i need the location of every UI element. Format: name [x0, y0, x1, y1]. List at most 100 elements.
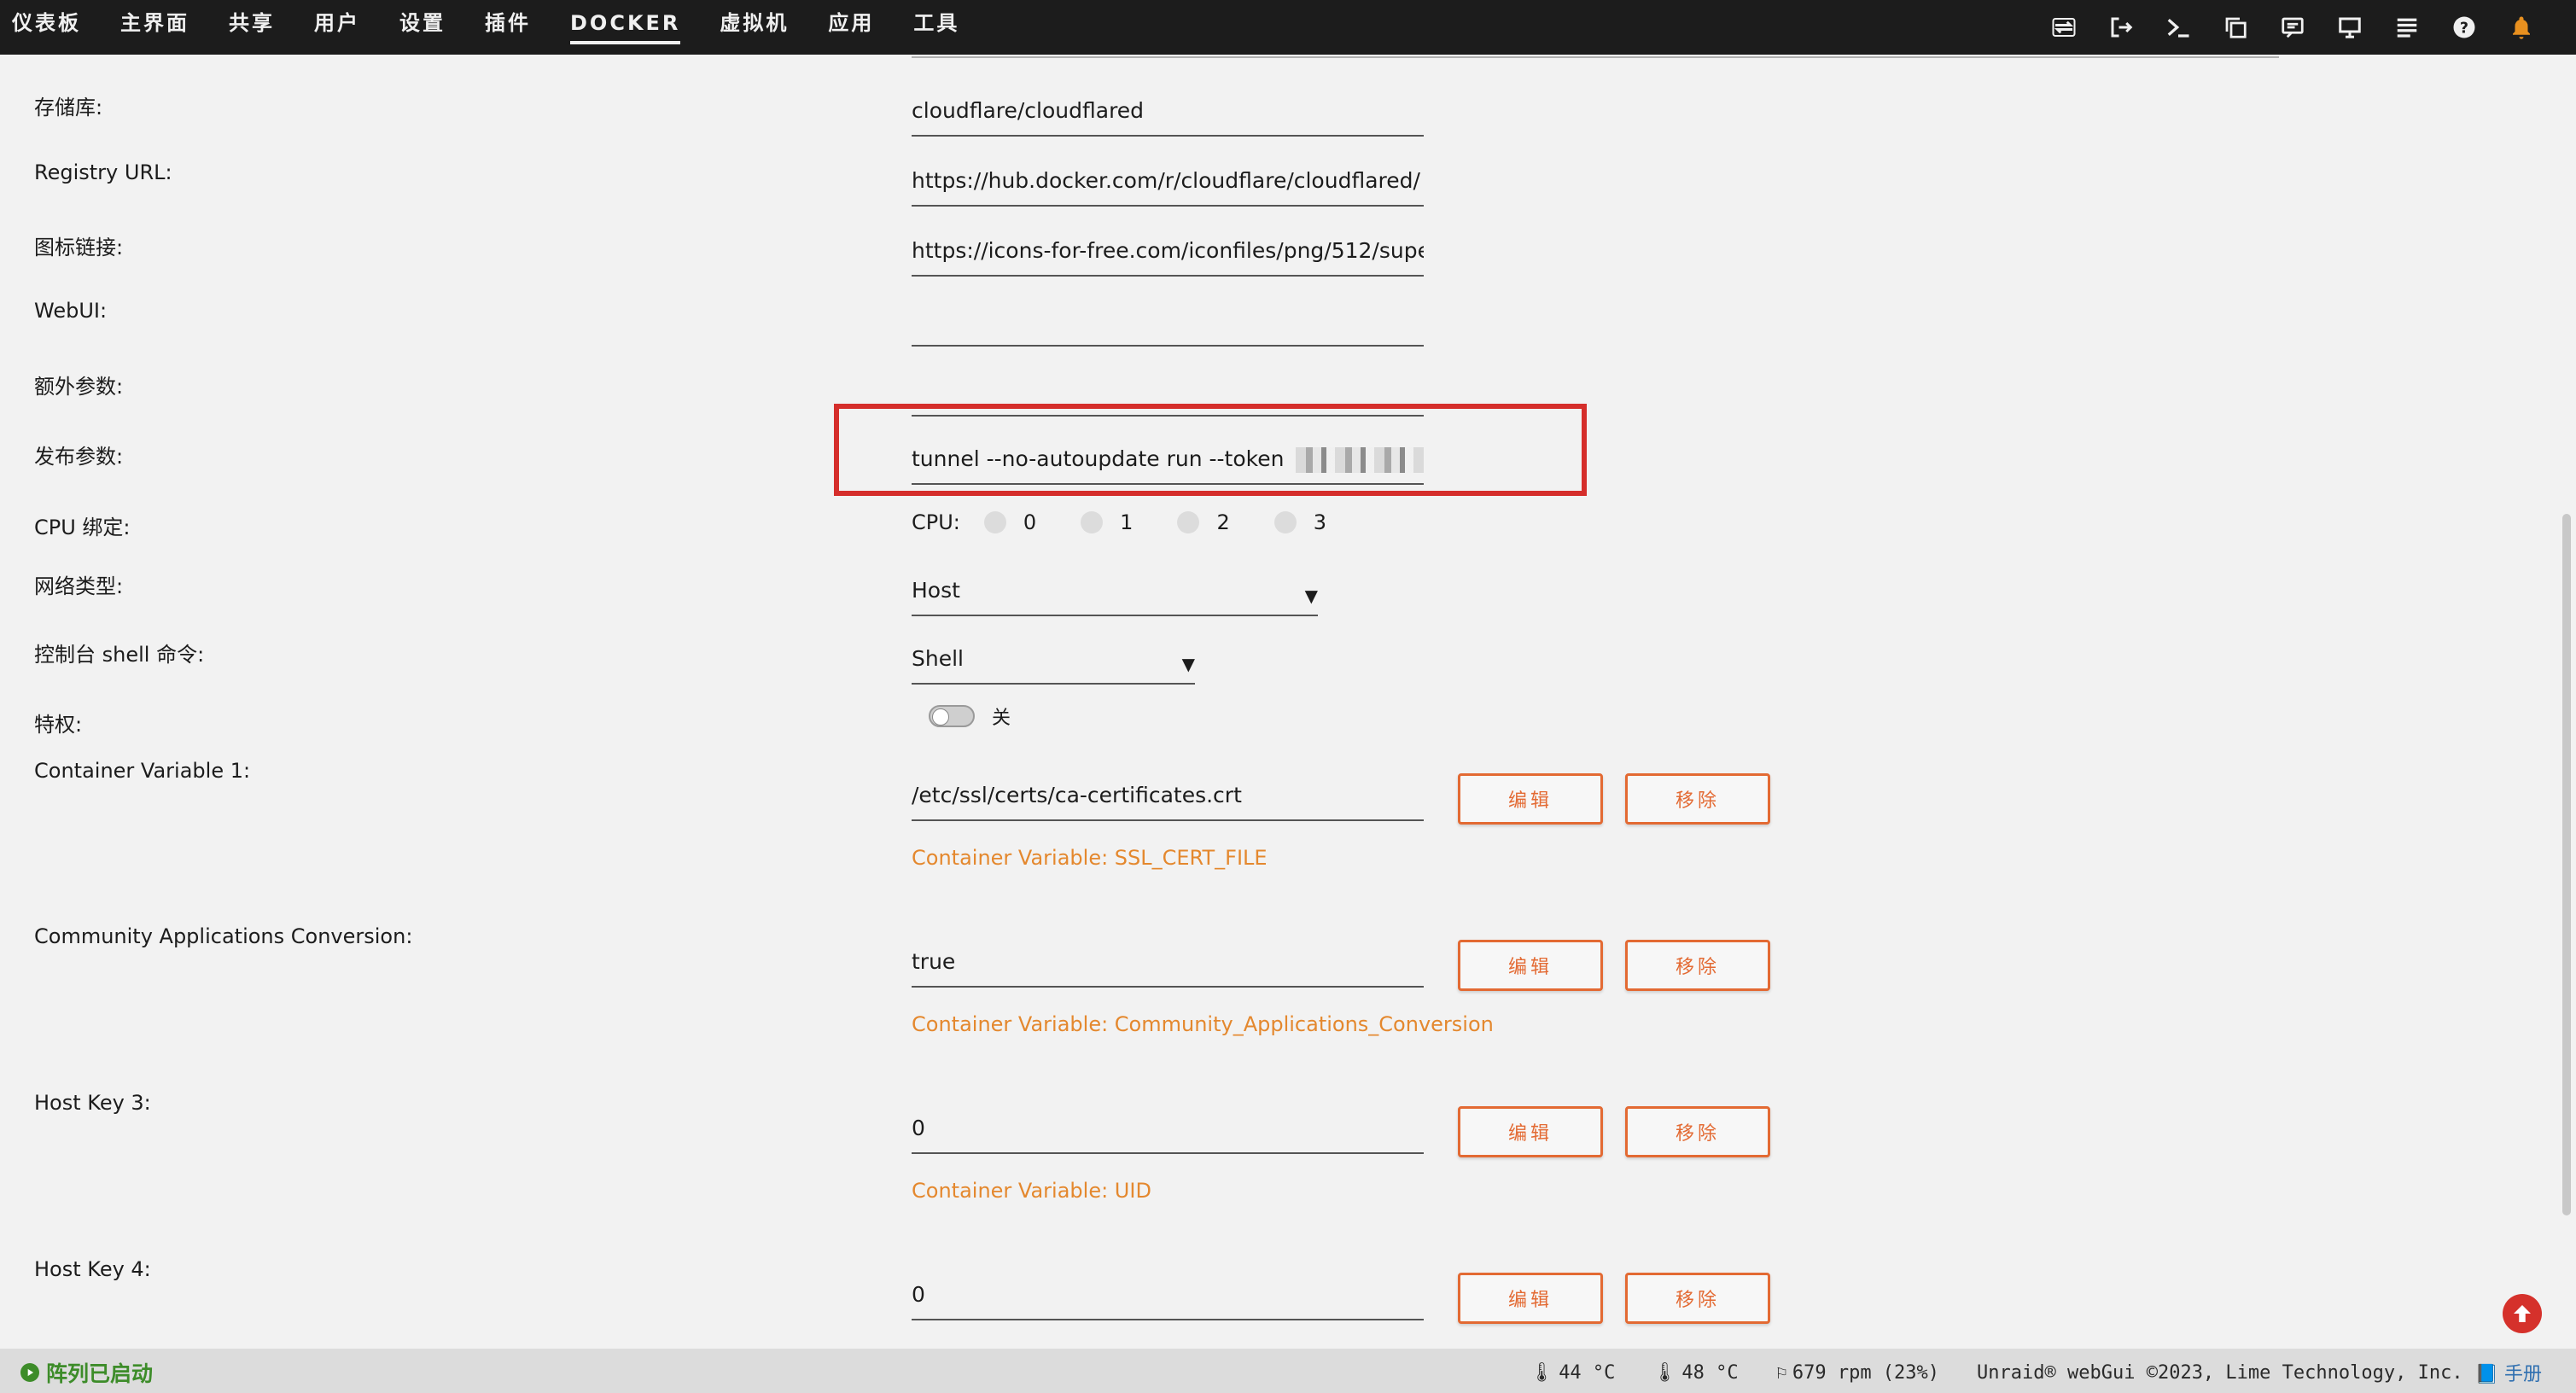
chevron-down-icon: ▼	[1181, 654, 1195, 674]
logout-icon[interactable]	[2102, 9, 2140, 46]
cpu-2-label: 2	[1216, 510, 1230, 534]
registry-url-input[interactable]: https://hub.docker.com/r/cloudflare/clou…	[912, 166, 1424, 207]
feedback-icon[interactable]	[2274, 9, 2311, 46]
thermometer-icon: 🌡	[1530, 1361, 1554, 1384]
variable-1-input[interactable]: /etc/ssl/certs/ca-certificates.crt	[912, 780, 1424, 821]
cpu-2-checkbox[interactable]	[1177, 511, 1200, 533]
variable-2-remove-button[interactable]: 移除	[1625, 940, 1770, 991]
network-type-value: Host	[912, 578, 960, 603]
top-icon-bar: ?	[2025, 0, 2540, 55]
variable-3-label: Host Key 3:	[34, 1091, 151, 1115]
variable-2-description: Container Variable: Community_Applicatio…	[912, 1012, 1494, 1036]
manual-link[interactable]: 📘 手册	[2475, 1359, 2542, 1386]
repository-label: 存储库:	[34, 96, 103, 119]
manual-link-text: 手册	[2503, 1364, 2542, 1385]
icon-url-input[interactable]: https://icons-for-free.com/iconfiles/png…	[912, 236, 1424, 277]
network-type-select[interactable]: Host ▼	[912, 575, 1318, 616]
display-icon[interactable]	[2331, 9, 2369, 46]
scrollbar-thumb[interactable]	[2562, 514, 2571, 1215]
copyright-text: Unraid® webGui ©2023, Lime Technology, I…	[1977, 1361, 2463, 1384]
cpu-0-checkbox[interactable]	[983, 511, 1006, 533]
svg-text:?: ?	[2460, 20, 2468, 37]
repository-input[interactable]: cloudflare/cloudflared	[912, 96, 1424, 137]
fan-speed: 679 rpm (23%)	[1792, 1361, 1940, 1384]
cpu-1-checkbox[interactable]	[1081, 511, 1104, 533]
main-nav: 仪表板 主界面 共享 用户 设置 插件 DOCKER 虚拟机 应用 工具	[0, 0, 999, 55]
cpu-0-label: 0	[1023, 510, 1037, 534]
temperature-2: 48 °C	[1681, 1361, 1739, 1384]
chevron-down-icon: ▼	[1304, 586, 1318, 606]
scroll-to-top-button[interactable]	[2503, 1294, 2542, 1333]
variable-4-edit-button[interactable]: 编辑	[1458, 1273, 1603, 1324]
nav-users[interactable]: 用户	[314, 0, 360, 55]
play-icon	[20, 1363, 39, 1382]
nav-settings[interactable]: 设置	[399, 0, 446, 55]
nav-tools[interactable]: 工具	[913, 0, 959, 55]
variable-1-edit-button[interactable]: 编辑	[1458, 773, 1603, 825]
console-shell-label: 控制台 shell 命令:	[34, 643, 205, 667]
vertical-scrollbar[interactable]	[2557, 55, 2576, 1349]
variable-1-label: Container Variable 1:	[34, 759, 251, 783]
toggle-knob	[932, 708, 949, 726]
fan-flag-icon: ⚐	[1775, 1361, 1787, 1384]
nav-docker[interactable]: DOCKER	[570, 0, 681, 55]
array-status-text: 阵列已启动	[46, 1361, 154, 1386]
variable-4-label: Host Key 4:	[34, 1257, 151, 1281]
transfer-icon[interactable]	[2045, 9, 2083, 46]
book-icon: 📘	[2474, 1364, 2498, 1385]
variable-3-edit-button[interactable]: 编辑	[1458, 1106, 1603, 1157]
webui-label: WebUI:	[34, 299, 108, 323]
registry-url-label: Registry URL:	[34, 160, 172, 184]
cpu-1-label: 1	[1120, 510, 1134, 534]
bell-icon[interactable]	[2503, 9, 2540, 46]
variable-2-edit-button[interactable]: 编辑	[1458, 940, 1603, 991]
arrow-up-icon	[2514, 1305, 2531, 1322]
variable-2-label: Community Applications Conversion:	[34, 924, 413, 948]
variable-3-input[interactable]: 0	[912, 1113, 1424, 1154]
nav-vms[interactable]: 虚拟机	[720, 0, 789, 55]
variable-3-remove-button[interactable]: 移除	[1625, 1106, 1770, 1157]
console-shell-select[interactable]: Shell ▼	[912, 644, 1195, 685]
privileged-label: 特权:	[34, 713, 83, 737]
privileged-toggle[interactable]	[929, 705, 975, 727]
terminal-icon[interactable]	[2159, 9, 2197, 46]
console-shell-value: Shell	[912, 646, 964, 671]
cpu-pinning-label: CPU 绑定:	[34, 516, 131, 539]
cpu-pinning-group: CPU: 0 1 2 3	[912, 510, 1371, 534]
nav-main[interactable]: 主界面	[120, 0, 189, 55]
cpu-3-checkbox[interactable]	[1273, 511, 1297, 533]
variable-4-remove-button[interactable]: 移除	[1625, 1273, 1770, 1324]
post-args-label: 发布参数:	[34, 445, 124, 469]
variable-3-description: Container Variable: UID	[912, 1179, 1151, 1203]
nav-apps[interactable]: 应用	[828, 0, 874, 55]
network-type-label: 网络类型:	[34, 574, 124, 598]
variable-2-input[interactable]: true	[912, 947, 1424, 988]
thermometer-icon: 🌡	[1652, 1361, 1677, 1384]
icon-url-label: 图标链接:	[34, 236, 124, 259]
array-status: 阵列已启动	[20, 1357, 153, 1388]
cpu-option-1[interactable]: 1	[1081, 510, 1133, 534]
previous-field-underline	[912, 56, 2279, 58]
copy-window-icon[interactable]	[2217, 9, 2254, 46]
nav-plugins[interactable]: 插件	[485, 0, 531, 55]
variable-1-description: Container Variable: SSL_CERT_FILE	[912, 846, 1268, 870]
help-icon[interactable]: ?	[2445, 9, 2483, 46]
highlight-annotation-box	[834, 404, 1587, 496]
nav-dashboard[interactable]: 仪表板	[12, 0, 81, 55]
cpu-option-0[interactable]: 0	[983, 510, 1037, 534]
extra-params-label: 额外参数:	[34, 375, 124, 399]
variable-4-input[interactable]: 0	[912, 1279, 1424, 1320]
cpu-3-label: 3	[1313, 510, 1327, 534]
footer-info: 🌡 44 °C 🌡 48 °C ⚐ 679 rpm (23%) Unraid® …	[1530, 1359, 2542, 1386]
webui-input[interactable]	[912, 306, 1424, 347]
nav-shares[interactable]: 共享	[229, 0, 275, 55]
top-navigation-bar: 仪表板 主界面 共享 用户 设置 插件 DOCKER 虚拟机 应用 工具 ?	[0, 0, 2576, 55]
variable-1-remove-button[interactable]: 移除	[1625, 773, 1770, 825]
privileged-toggle-group: 关	[929, 702, 1011, 730]
log-icon[interactable]	[2388, 9, 2426, 46]
status-footer: 阵列已启动 🌡 44 °C 🌡 48 °C ⚐ 679 rpm (23%) Un…	[0, 1349, 2576, 1393]
cpu-option-3[interactable]: 3	[1273, 510, 1327, 534]
cpu-prefix-label: CPU:	[912, 510, 960, 534]
cpu-option-2[interactable]: 2	[1177, 510, 1230, 534]
temperature-1: 44 °C	[1559, 1361, 1616, 1384]
